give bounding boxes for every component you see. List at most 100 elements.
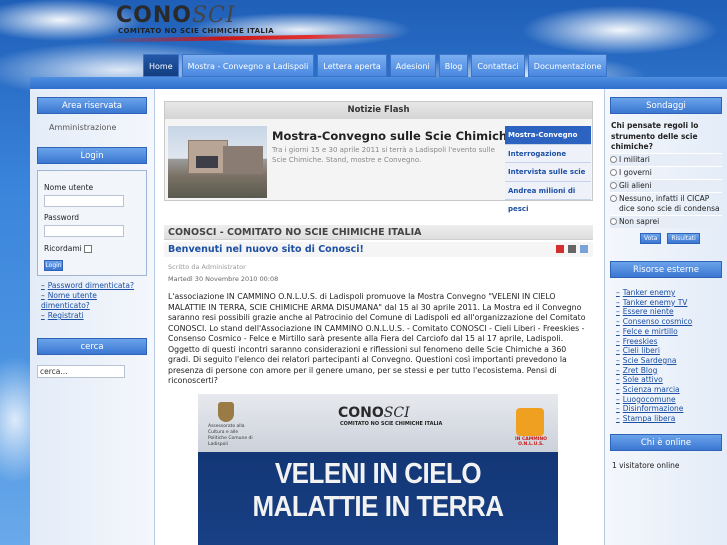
site-logo-subtitle: COMITATO NO SCIE CHIMICHE ITALIA <box>118 27 275 35</box>
flash-item[interactable]: Interrogazione <box>505 144 591 163</box>
remember-checkbox[interactable] <box>83 244 92 253</box>
login-title: Login <box>37 147 147 164</box>
bullet-icon: – <box>616 288 620 297</box>
online-title: Chi è online <box>610 434 722 451</box>
nav-strip <box>30 77 727 89</box>
poll-option[interactable]: Gli alieni <box>610 178 722 192</box>
resources-list: – Tanker enemy – Tanker enemy TV – Essere nie… <box>610 278 722 424</box>
nav-documentazione[interactable]: Documentazione <box>527 54 608 77</box>
poster-sponsor-text: Assessorato alla Cultura e alle Politich… <box>208 424 253 447</box>
article-title[interactable]: Benvenuti nel nuovo sito di Conosci! <box>164 242 593 257</box>
register-link[interactable]: – Registrati <box>41 311 147 321</box>
poll-title: Sondaggi <box>610 97 722 114</box>
article-author: Scritto da Administrator <box>168 263 246 271</box>
bullet-icon: – <box>616 365 620 375</box>
username-field[interactable] <box>44 195 124 207</box>
vote-button[interactable]: Vota <box>640 232 662 244</box>
search-input[interactable]: cerca... <box>37 365 125 378</box>
flash-item[interactable]: Mostra-Convegno sulle <box>505 126 591 157</box>
nav-contattaci[interactable]: Contattaci <box>471 54 525 77</box>
poster-headline-2: MALATTIE IN TERRA <box>252 489 505 523</box>
resources-title: Risorse esterne <box>610 261 722 278</box>
poll-option[interactable]: Non saprei <box>610 214 722 228</box>
nav-mostra-convegno[interactable]: Mostra - Convegno a Ladispoli <box>181 54 315 77</box>
reserved-area-module: Area riservata Amministrazione <box>37 97 147 132</box>
resource-link[interactable]: – Scie Sardegna <box>616 356 722 366</box>
poster-logo: CONOSCI <box>338 405 410 421</box>
poll-module: Sondaggi Chi pensate regoli lo strumento… <box>610 97 722 244</box>
right-sidebar: Sondaggi Chi pensate regoli lo strumento… <box>604 89 727 545</box>
online-count: 1 visitatore online <box>612 461 680 470</box>
page-container: Area riservata Amministrazione Login Nom… <box>30 89 727 545</box>
article-date: Martedì 30 Novembre 2010 00:08 <box>168 275 279 283</box>
password-field[interactable] <box>44 225 124 237</box>
resource-link[interactable]: – Zret Blog <box>616 366 722 376</box>
nav-adesioni[interactable]: Adesioni <box>389 54 436 77</box>
login-button[interactable]: Login <box>44 260 63 271</box>
nav-home[interactable]: Home <box>143 54 179 77</box>
resource-link[interactable]: – Scienza marcia <box>616 385 722 395</box>
remember-label: Ricordami <box>44 244 82 253</box>
resource-link[interactable]: – Tanker enemy <box>616 288 722 298</box>
username-label: Nome utente <box>44 183 94 192</box>
login-form: Nome utente Password Ricordami Login <box>37 170 147 276</box>
remember-row: Ricordami <box>44 244 140 253</box>
search-module: cerca cerca... <box>37 338 147 378</box>
forgot-password-link[interactable]: – Password dimenticata? <box>41 281 147 291</box>
nav-lettera-aperta[interactable]: Lettera aperta <box>317 54 387 77</box>
poster-headline-1: VELENI IN CIELO <box>274 456 482 490</box>
poll-question: Chi pensate regoli lo strumento delle sc… <box>611 121 699 151</box>
radio-button[interactable] <box>610 168 617 176</box>
resource-link[interactable]: – Stampa libera <box>616 414 722 424</box>
flash-list: Mostra-Convegno sulle Interrogazione Int… <box>505 126 591 213</box>
radio-button[interactable] <box>610 155 617 163</box>
main-nav: Home Mostra - Convegno a Ladispoli Lette… <box>143 54 608 77</box>
poll-option[interactable]: I governi <box>610 165 722 179</box>
flash-news-title: Notizie Flash <box>165 102 592 119</box>
password-label: Password <box>44 213 80 222</box>
flash-item[interactable]: Intervista sulle scie <box>505 163 591 182</box>
poll-option[interactable]: I militari <box>610 152 722 166</box>
results-button[interactable]: Risultati <box>667 232 700 244</box>
bullet-icon: – <box>616 375 620 385</box>
forgot-username-link[interactable]: – Nome utente dimenticato? <box>41 291 147 311</box>
print-icon[interactable] <box>568 245 576 253</box>
login-module: Login Nome utente Password Ricordami Log… <box>37 147 147 321</box>
flash-item[interactable]: Andrea milioni di pesci <box>505 181 591 213</box>
building-window <box>196 156 218 168</box>
pdf-icon[interactable] <box>556 245 564 253</box>
resource-link[interactable]: – Freeskies <box>616 337 722 347</box>
resource-link[interactable]: – Tanker enemy TV <box>616 298 722 308</box>
login-links: – Password dimenticata? – Nome utente dime… <box>37 281 147 321</box>
email-icon[interactable] <box>580 245 588 253</box>
resource-link[interactable]: – Luogocomune <box>616 395 722 405</box>
poll-option[interactable]: Nessuno, infatti il CICAP dice sono scie… <box>610 191 722 215</box>
resource-link[interactable]: – Sole attivo <box>616 375 722 385</box>
resource-link[interactable]: – Cieli liberi <box>616 346 722 356</box>
bullet-icon: – <box>616 297 620 307</box>
resource-link[interactable]: – Disinformazione <box>616 404 722 414</box>
site-logo[interactable]: CONOSCI <box>116 3 236 28</box>
section-title: CONOSCI - COMITATO NO SCIE CHIMICHE ITAL… <box>164 225 593 240</box>
crest-icon <box>218 402 234 422</box>
admin-link[interactable]: Amministrazione <box>37 114 147 132</box>
poll-buttons: Vota Risultati <box>640 232 722 244</box>
resource-link[interactable]: – Essere niente <box>616 307 722 317</box>
radio-button[interactable] <box>610 194 617 202</box>
event-poster: Assessorato alla Cultura e alle Politich… <box>198 394 558 545</box>
bullet-icon: – <box>616 336 620 346</box>
nav-blog[interactable]: Blog <box>438 54 469 77</box>
article-tools <box>556 245 588 253</box>
bullet-icon: – <box>616 346 620 356</box>
flash-news-image <box>168 126 267 198</box>
resource-link[interactable]: – Felce e mirtillo <box>616 327 722 337</box>
radio-button[interactable] <box>610 181 617 189</box>
flash-news: Notizie Flash Mostra-Convegno sulle Scie… <box>164 101 593 213</box>
bullet-icon: – <box>616 317 620 327</box>
flash-headline[interactable]: Mostra-Convegno sulle Scie Chimiche. <box>272 129 519 143</box>
article-body: L'associazione IN CAMMINO O.N.L.U.S. di … <box>168 292 586 385</box>
resource-link[interactable]: – Consenso cosmico <box>616 317 722 327</box>
bullet-icon: – <box>616 326 620 336</box>
radio-button[interactable] <box>610 217 617 225</box>
bullet-icon: – <box>616 414 620 424</box>
